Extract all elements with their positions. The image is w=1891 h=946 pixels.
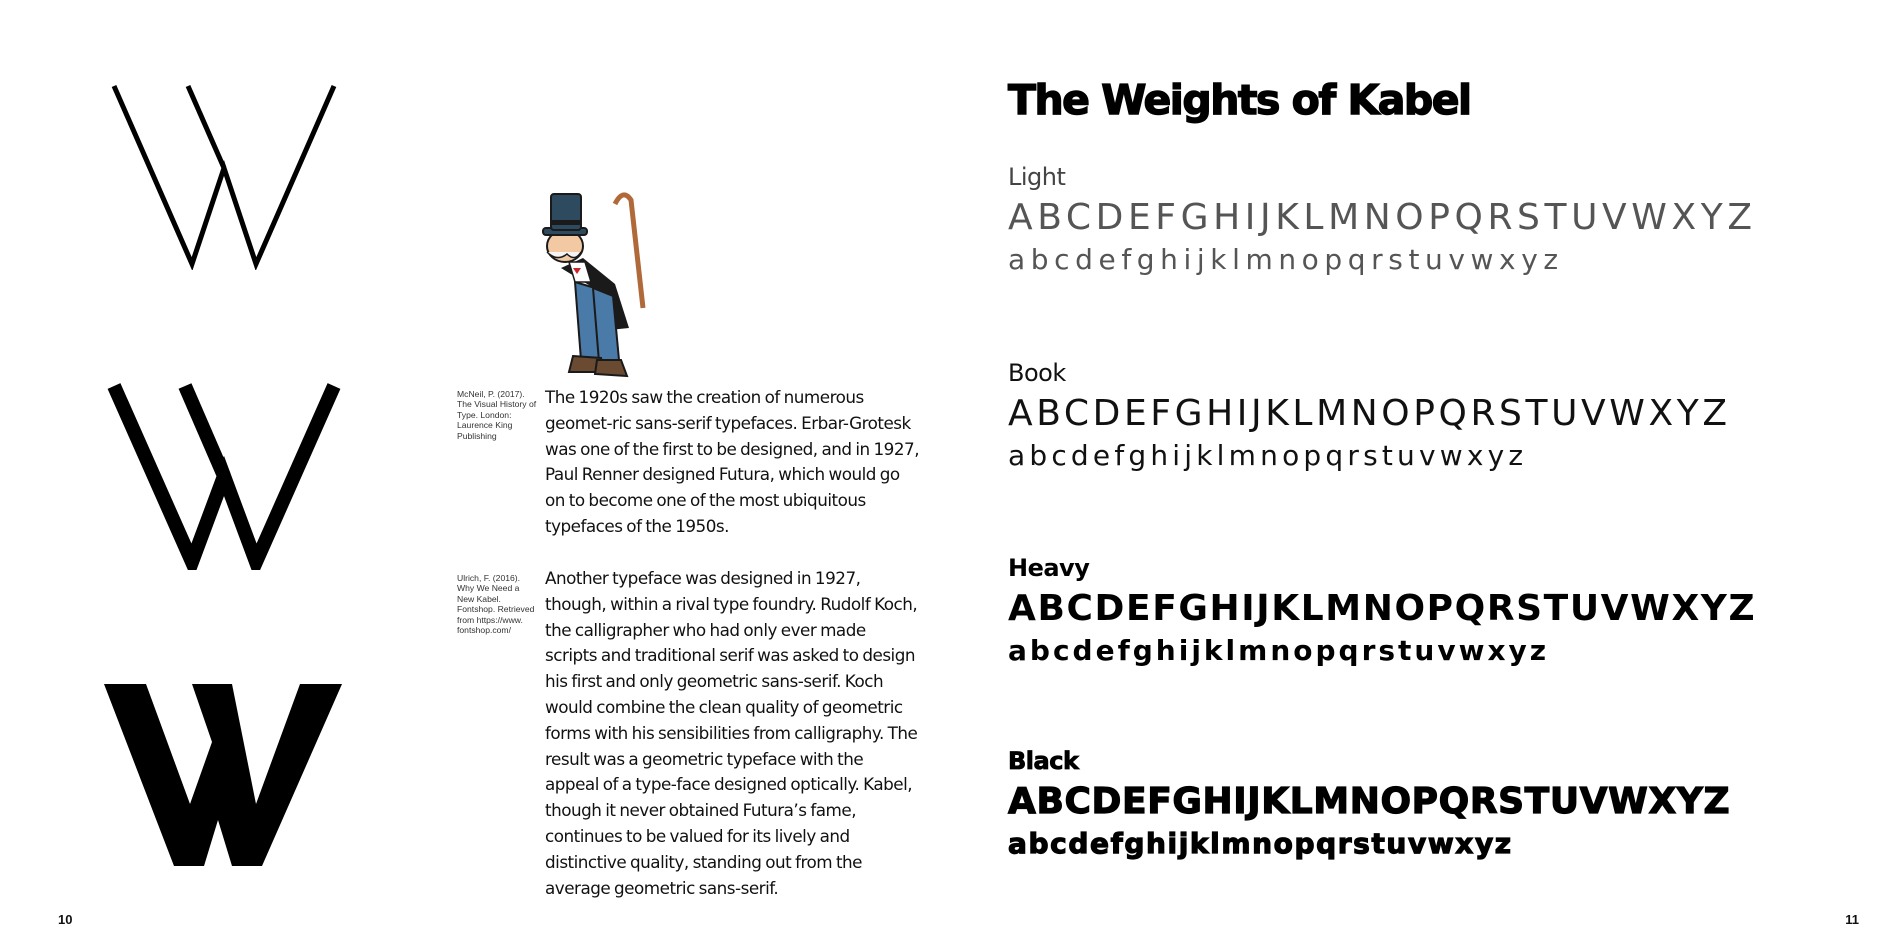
citation-mcneil: McNeil, P. (2017). The Visual History of…	[457, 389, 537, 441]
citation-ulrich: Ulrich, F. (2016). Why We Need a New Kab…	[457, 573, 535, 636]
right-page: The Weights of Kabel Light ABCDEFGHIJKLM…	[945, 0, 1891, 946]
lowercase-alphabet: abcdefghijklmnopqrstuvwxyz	[1008, 634, 1550, 667]
weight-label: Book	[1008, 359, 1066, 387]
page-number-left: 10	[58, 912, 73, 927]
kabel-w-light-glyph-icon	[100, 80, 345, 270]
weight-label: Light	[1008, 163, 1066, 191]
page-title: The Weights of Kabel	[1007, 75, 1473, 124]
lowercase-alphabet: abcdefghijklmnopqrstuvwxyz	[1007, 826, 1513, 860]
page-number-right: 11	[1845, 912, 1859, 927]
weight-label: Heavy	[1008, 554, 1090, 582]
left-page: McNeil, P. (2017). The Visual History of…	[0, 0, 945, 946]
book-spread: McNeil, P. (2017). The Visual History of…	[0, 0, 1891, 946]
weight-specimen-book: Book ABCDEFGHIJKLMNOPQRSTUVWXYZ abcdefgh…	[1008, 358, 1868, 475]
uppercase-alphabet: ABCDEFGHIJKLMNOPQRSTUVWXYZ	[1008, 393, 1731, 434]
uppercase-alphabet: ABCDEFGHIJKLMNOPQRSTUVWXYZ	[1008, 588, 1757, 629]
weight-specimen-heavy: Heavy ABCDEFGHIJKLMNOPQRSTUVWXYZ abcdefg…	[1008, 553, 1868, 670]
body-paragraph-kabel: Another typeface was designed in 1927, t…	[545, 568, 918, 898]
weight-specimen-light: Light ABCDEFGHIJKLMNOPQRSTUVWXYZ abcdefg…	[1008, 162, 1868, 279]
body-paragraph-1920s: The 1920s saw the creation of numerous g…	[545, 387, 920, 536]
lowercase-alphabet: abcdefghijklmnopqrstuvwxyz	[1008, 243, 1564, 276]
uppercase-alphabet: ABCDEFGHIJKLMNOPQRSTUVWXYZ	[1008, 197, 1757, 238]
weight-label: Black	[1008, 747, 1080, 776]
kabel-w-heavy-glyph-icon	[100, 380, 345, 570]
monopoly-man-mascot-icon	[535, 188, 670, 386]
uppercase-alphabet: ABCDEFGHIJKLMNOPQRSTUVWXYZ	[1007, 780, 1731, 822]
weight-specimen-black: Black ABCDEFGHIJKLMNOPQRSTUVWXYZ abcdefg…	[1007, 746, 1868, 863]
kabel-w-black-glyph-icon	[100, 680, 345, 870]
lowercase-alphabet: abcdefghijklmnopqrstuvwxyz	[1008, 439, 1528, 472]
